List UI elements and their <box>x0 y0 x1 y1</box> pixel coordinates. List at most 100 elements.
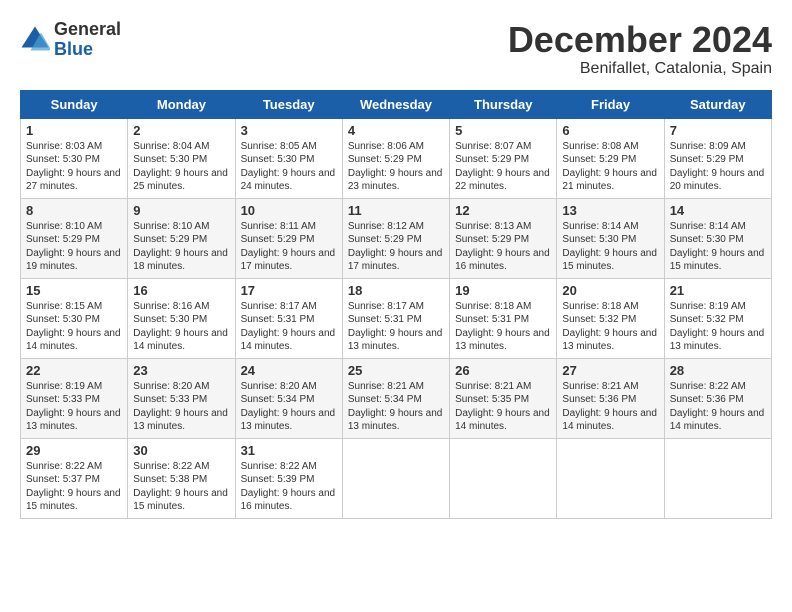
weekday-header: Thursday <box>450 90 557 118</box>
day-number: 15 <box>26 283 122 298</box>
day-number: 17 <box>241 283 337 298</box>
calendar-cell: 1 Sunrise: 8:03 AMSunset: 5:30 PMDayligh… <box>21 118 128 198</box>
calendar-cell: 7 Sunrise: 8:09 AMSunset: 5:29 PMDayligh… <box>664 118 771 198</box>
day-number: 5 <box>455 123 551 138</box>
day-number: 2 <box>133 123 229 138</box>
day-number: 21 <box>670 283 766 298</box>
month-title: December 2024 <box>508 20 772 60</box>
day-info: Sunrise: 8:06 AMSunset: 5:29 PMDaylight:… <box>348 140 444 194</box>
day-number: 25 <box>348 363 444 378</box>
calendar-cell: 23 Sunrise: 8:20 AMSunset: 5:33 PMDaylig… <box>128 358 235 438</box>
calendar-cell: 3 Sunrise: 8:05 AMSunset: 5:30 PMDayligh… <box>235 118 342 198</box>
weekday-header: Wednesday <box>342 90 449 118</box>
calendar-cell: 26 Sunrise: 8:21 AMSunset: 5:35 PMDaylig… <box>450 358 557 438</box>
day-info: Sunrise: 8:09 AMSunset: 5:29 PMDaylight:… <box>670 140 766 194</box>
day-number: 27 <box>562 363 658 378</box>
calendar-cell: 16 Sunrise: 8:16 AMSunset: 5:30 PMDaylig… <box>128 278 235 358</box>
day-info: Sunrise: 8:21 AMSunset: 5:34 PMDaylight:… <box>348 380 444 434</box>
day-number: 24 <box>241 363 337 378</box>
calendar-cell: 12 Sunrise: 8:13 AMSunset: 5:29 PMDaylig… <box>450 198 557 278</box>
calendar-week-row: 15 Sunrise: 8:15 AMSunset: 5:30 PMDaylig… <box>21 278 772 358</box>
calendar-cell: 21 Sunrise: 8:19 AMSunset: 5:32 PMDaylig… <box>664 278 771 358</box>
day-number: 4 <box>348 123 444 138</box>
day-number: 31 <box>241 443 337 458</box>
calendar-cell: 17 Sunrise: 8:17 AMSunset: 5:31 PMDaylig… <box>235 278 342 358</box>
day-info: Sunrise: 8:14 AMSunset: 5:30 PMDaylight:… <box>670 220 766 274</box>
calendar-cell: 14 Sunrise: 8:14 AMSunset: 5:30 PMDaylig… <box>664 198 771 278</box>
day-info: Sunrise: 8:19 AMSunset: 5:32 PMDaylight:… <box>670 300 766 354</box>
calendar-week-row: 8 Sunrise: 8:10 AMSunset: 5:29 PMDayligh… <box>21 198 772 278</box>
day-info: Sunrise: 8:16 AMSunset: 5:30 PMDaylight:… <box>133 300 229 354</box>
calendar-cell: 15 Sunrise: 8:15 AMSunset: 5:30 PMDaylig… <box>21 278 128 358</box>
weekday-header: Monday <box>128 90 235 118</box>
weekday-header: Saturday <box>664 90 771 118</box>
calendar-cell: 8 Sunrise: 8:10 AMSunset: 5:29 PMDayligh… <box>21 198 128 278</box>
day-number: 12 <box>455 203 551 218</box>
day-info: Sunrise: 8:14 AMSunset: 5:30 PMDaylight:… <box>562 220 658 274</box>
day-info: Sunrise: 8:15 AMSunset: 5:30 PMDaylight:… <box>26 300 122 354</box>
day-number: 14 <box>670 203 766 218</box>
day-info: Sunrise: 8:22 AMSunset: 5:37 PMDaylight:… <box>26 460 122 514</box>
calendar-cell <box>664 438 771 518</box>
logo-general-text: General <box>54 20 121 40</box>
day-info: Sunrise: 8:20 AMSunset: 5:34 PMDaylight:… <box>241 380 337 434</box>
day-number: 8 <box>26 203 122 218</box>
day-info: Sunrise: 8:18 AMSunset: 5:31 PMDaylight:… <box>455 300 551 354</box>
day-number: 6 <box>562 123 658 138</box>
day-number: 7 <box>670 123 766 138</box>
page-header: General Blue December 2024 Benifallet, C… <box>20 20 772 78</box>
weekday-header: Tuesday <box>235 90 342 118</box>
calendar-cell: 22 Sunrise: 8:19 AMSunset: 5:33 PMDaylig… <box>21 358 128 438</box>
day-number: 3 <box>241 123 337 138</box>
day-number: 19 <box>455 283 551 298</box>
logo-blue-text: Blue <box>54 40 121 60</box>
calendar-header-row: SundayMondayTuesdayWednesdayThursdayFrid… <box>21 90 772 118</box>
day-info: Sunrise: 8:07 AMSunset: 5:29 PMDaylight:… <box>455 140 551 194</box>
calendar-cell <box>450 438 557 518</box>
day-info: Sunrise: 8:22 AMSunset: 5:39 PMDaylight:… <box>241 460 337 514</box>
calendar-table: SundayMondayTuesdayWednesdayThursdayFrid… <box>20 90 772 519</box>
day-info: Sunrise: 8:03 AMSunset: 5:30 PMDaylight:… <box>26 140 122 194</box>
calendar-cell: 25 Sunrise: 8:21 AMSunset: 5:34 PMDaylig… <box>342 358 449 438</box>
day-info: Sunrise: 8:19 AMSunset: 5:33 PMDaylight:… <box>26 380 122 434</box>
calendar-cell <box>342 438 449 518</box>
day-info: Sunrise: 8:18 AMSunset: 5:32 PMDaylight:… <box>562 300 658 354</box>
day-number: 26 <box>455 363 551 378</box>
logo: General Blue <box>20 20 121 60</box>
title-area: December 2024 Benifallet, Catalonia, Spa… <box>508 20 772 78</box>
calendar-cell: 10 Sunrise: 8:11 AMSunset: 5:29 PMDaylig… <box>235 198 342 278</box>
day-number: 20 <box>562 283 658 298</box>
day-number: 18 <box>348 283 444 298</box>
day-number: 13 <box>562 203 658 218</box>
calendar-week-row: 29 Sunrise: 8:22 AMSunset: 5:37 PMDaylig… <box>21 438 772 518</box>
weekday-header: Sunday <box>21 90 128 118</box>
day-info: Sunrise: 8:20 AMSunset: 5:33 PMDaylight:… <box>133 380 229 434</box>
calendar-cell: 24 Sunrise: 8:20 AMSunset: 5:34 PMDaylig… <box>235 358 342 438</box>
calendar-cell: 2 Sunrise: 8:04 AMSunset: 5:30 PMDayligh… <box>128 118 235 198</box>
day-info: Sunrise: 8:22 AMSunset: 5:38 PMDaylight:… <box>133 460 229 514</box>
day-info: Sunrise: 8:08 AMSunset: 5:29 PMDaylight:… <box>562 140 658 194</box>
calendar-cell: 30 Sunrise: 8:22 AMSunset: 5:38 PMDaylig… <box>128 438 235 518</box>
calendar-cell: 20 Sunrise: 8:18 AMSunset: 5:32 PMDaylig… <box>557 278 664 358</box>
day-info: Sunrise: 8:05 AMSunset: 5:30 PMDaylight:… <box>241 140 337 194</box>
day-number: 30 <box>133 443 229 458</box>
calendar-cell: 4 Sunrise: 8:06 AMSunset: 5:29 PMDayligh… <box>342 118 449 198</box>
day-number: 23 <box>133 363 229 378</box>
calendar-cell: 13 Sunrise: 8:14 AMSunset: 5:30 PMDaylig… <box>557 198 664 278</box>
day-number: 11 <box>348 203 444 218</box>
day-info: Sunrise: 8:22 AMSunset: 5:36 PMDaylight:… <box>670 380 766 434</box>
day-info: Sunrise: 8:12 AMSunset: 5:29 PMDaylight:… <box>348 220 444 274</box>
day-info: Sunrise: 8:04 AMSunset: 5:30 PMDaylight:… <box>133 140 229 194</box>
day-info: Sunrise: 8:21 AMSunset: 5:36 PMDaylight:… <box>562 380 658 434</box>
weekday-header: Friday <box>557 90 664 118</box>
day-number: 29 <box>26 443 122 458</box>
day-info: Sunrise: 8:21 AMSunset: 5:35 PMDaylight:… <box>455 380 551 434</box>
calendar-cell: 11 Sunrise: 8:12 AMSunset: 5:29 PMDaylig… <box>342 198 449 278</box>
logo-icon <box>20 25 50 55</box>
calendar-cell: 19 Sunrise: 8:18 AMSunset: 5:31 PMDaylig… <box>450 278 557 358</box>
day-info: Sunrise: 8:17 AMSunset: 5:31 PMDaylight:… <box>348 300 444 354</box>
day-number: 22 <box>26 363 122 378</box>
day-number: 10 <box>241 203 337 218</box>
day-number: 28 <box>670 363 766 378</box>
calendar-cell: 28 Sunrise: 8:22 AMSunset: 5:36 PMDaylig… <box>664 358 771 438</box>
